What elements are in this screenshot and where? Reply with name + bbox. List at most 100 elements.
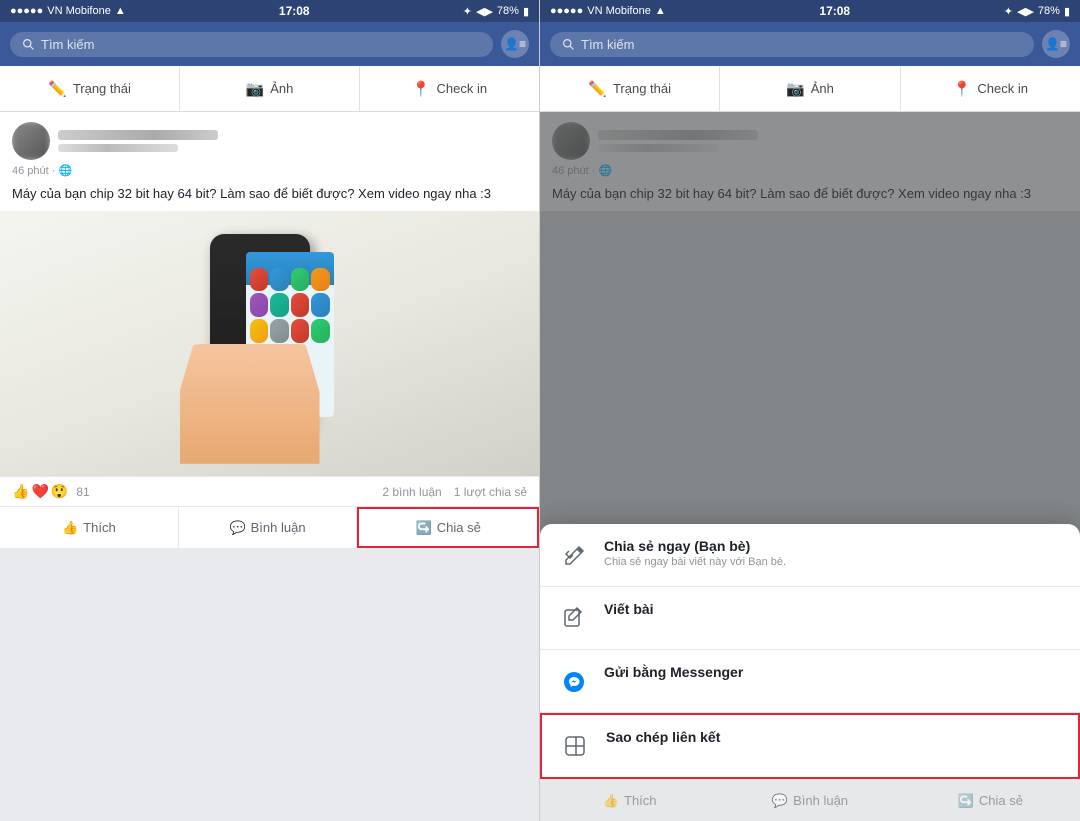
wifi-icon-right: ▲ [655, 5, 666, 17]
reaction-icons: 👍 ❤️ 😲 [12, 483, 68, 500]
app-icon-10 [270, 319, 289, 343]
comment-icon-left: 💬 [229, 520, 245, 536]
action-bar-right: ✏️ Trạng thái 📷 Ảnh 📍 Check in [540, 66, 1080, 112]
left-panel: ●●●●● VN Mobifone ▲ 17:08 ✦ ◀▶ 78% ▮ Tìm… [0, 0, 540, 821]
reaction-stats: 2 bình luận 1 lượt chia sẻ [382, 485, 527, 499]
action-checkin-right[interactable]: 📍 Check in [901, 66, 1080, 111]
search-input-wrap-right[interactable]: Tìm kiếm [550, 32, 1034, 57]
share-now-icon [558, 540, 590, 572]
share-label-right-btn: Chia sẻ [979, 793, 1023, 808]
copy-link-icon [560, 731, 592, 763]
carrier-name: VN Mobifone [47, 5, 111, 17]
share-icon-left: ↪️ [416, 520, 432, 536]
profile-icon-left[interactable]: 👤≡ [501, 30, 529, 58]
like-icon-right: 👍 [603, 793, 619, 809]
battery-icon: ▮ [523, 5, 529, 18]
shares-count: 1 lượt chia sẻ [454, 485, 527, 499]
edit-icon-right: ✏️ [588, 80, 607, 98]
time-display-right: 17:08 [819, 4, 850, 18]
app-icon-11 [291, 319, 310, 343]
post-meta-left [58, 130, 527, 152]
share-popup: Chia sẻ ngay (Bạn bè) Chia sẻ ngay bài v… [540, 524, 1080, 779]
action-anh-label-right: Ảnh [811, 81, 834, 96]
comment-label-right: Bình luận [793, 793, 848, 808]
battery-icon-right: ▮ [1064, 5, 1070, 18]
comment-button-right: 💬 Bình luận [720, 780, 900, 821]
search-bar-left: Tìm kiếm 👤≡ [0, 22, 539, 66]
action-trang-thai-label-right: Trạng thái [613, 81, 671, 96]
feed-left: 46 phút · 🌐 Máy của bạn chip 32 bit hay … [0, 112, 539, 821]
signal-arrow: ◀▶ [476, 5, 493, 18]
profile-menu-icon-right: 👤≡ [1045, 37, 1067, 51]
profile-menu-icon: 👤≡ [504, 37, 526, 51]
comment-button-left[interactable]: 💬 Bình luận [179, 507, 358, 548]
share-button-left[interactable]: ↪️ Chia sẻ [357, 507, 539, 548]
camera-icon-left: 📷 [246, 80, 265, 98]
camera-icon-right: 📷 [786, 80, 805, 98]
share-now-subtitle: Chia sẻ ngay bài viết này với Bạn bè. [604, 556, 1062, 568]
status-right-right: ✦ ◀▶ 78% ▮ [1004, 5, 1070, 18]
app-icon-6 [270, 293, 289, 317]
edit-icon-left: ✏️ [48, 80, 67, 98]
post-actions-right: 👍 Thích 💬 Bình luận ↪️ Chia sẻ [540, 779, 1080, 821]
app-icon-3 [291, 268, 310, 292]
app-icon-5 [250, 293, 269, 317]
search-input-wrap-left[interactable]: Tìm kiếm [10, 32, 493, 57]
phone-background [0, 211, 539, 476]
write-post-title: Viết bài [604, 601, 1062, 617]
signal-dots: ●●●●● [10, 5, 43, 17]
battery-percent: 78% [497, 5, 519, 17]
messenger-icon [558, 666, 590, 698]
share-button-right: ↪️ Chia sẻ [901, 780, 1080, 821]
share-option-copy-link[interactable]: Sao chép liên kết [540, 713, 1080, 779]
status-left: ●●●●● VN Mobifone ▲ [10, 5, 126, 17]
like-label-left: Thích [83, 520, 116, 535]
love-emoji: ❤️ [31, 483, 48, 500]
wow-emoji: 😲 [51, 483, 68, 500]
post-text-left: Máy của bạn chip 32 bit hay 64 bit? Làm … [0, 181, 539, 211]
share-option-write[interactable]: Viết bài [540, 587, 1080, 650]
status-right-left: ✦ ◀▶ 78% ▮ [463, 5, 529, 18]
action-anh-label-left: Ảnh [270, 81, 293, 96]
action-trang-thai-right[interactable]: ✏️ Trạng thái [540, 66, 720, 111]
share-option-share-now[interactable]: Chia sẻ ngay (Bạn bè) Chia sẻ ngay bài v… [540, 524, 1080, 587]
action-checkin-label-left: Check in [437, 81, 488, 96]
post-card-left: 46 phút · 🌐 Máy của bạn chip 32 bit hay … [0, 112, 539, 548]
reaction-count: 81 [76, 485, 89, 499]
status-left-right: ●●●●● VN Mobifone ▲ [550, 5, 666, 17]
signal-dots-right: ●●●●● [550, 5, 583, 17]
app-icon-2 [270, 268, 289, 292]
app-icon-4 [311, 268, 330, 292]
profile-icon-right[interactable]: 👤≡ [1042, 30, 1070, 58]
copy-link-text: Sao chép liên kết [606, 729, 1060, 747]
signal-arrow-right: ◀▶ [1017, 5, 1034, 18]
like-button-left[interactable]: 👍 Thích [0, 507, 179, 548]
location-icon-left: 📍 [412, 80, 431, 98]
like-icon-left: 👍 [62, 520, 78, 536]
share-now-text: Chia sẻ ngay (Bạn bè) Chia sẻ ngay bài v… [604, 538, 1062, 568]
app-icon-12 [311, 319, 330, 343]
share-icon-right-btn: ↪️ [958, 793, 974, 809]
action-anh-right[interactable]: 📷 Ảnh [720, 66, 900, 111]
dimmed-feed-right: 46 phút · 🌐 Máy của bạn chip 32 bit hay … [540, 112, 1080, 779]
write-post-text: Viết bài [604, 601, 1062, 619]
action-checkin-label-right: Check in [977, 81, 1028, 96]
messenger-title: Gửi bằng Messenger [604, 664, 1062, 680]
search-placeholder-left: Tìm kiếm [41, 37, 94, 52]
status-bar-right: ●●●●● VN Mobifone ▲ 17:08 ✦ ◀▶ 78% ▮ [540, 0, 1080, 22]
share-option-messenger[interactable]: Gửi bằng Messenger [540, 650, 1080, 713]
search-icon-left [22, 38, 35, 51]
action-anh-left[interactable]: 📷 Ảnh [180, 66, 360, 111]
location-icon-right: 📍 [953, 80, 972, 98]
write-post-icon [558, 603, 590, 635]
like-label-right: Thích [624, 793, 657, 808]
messenger-text: Gửi bằng Messenger [604, 664, 1062, 682]
search-bar-right: Tìm kiếm 👤≡ [540, 22, 1080, 66]
brightness-icon-right: ✦ [1004, 5, 1013, 18]
action-trang-thai-left[interactable]: ✏️ Trạng thái [0, 66, 180, 111]
post-header-left [0, 112, 539, 164]
search-icon-right [562, 38, 575, 51]
post-subname-left [58, 144, 178, 152]
action-checkin-left[interactable]: 📍 Check in [360, 66, 539, 111]
post-actions-left: 👍 Thích 💬 Bình luận ↪️ Chia sẻ [0, 506, 539, 548]
